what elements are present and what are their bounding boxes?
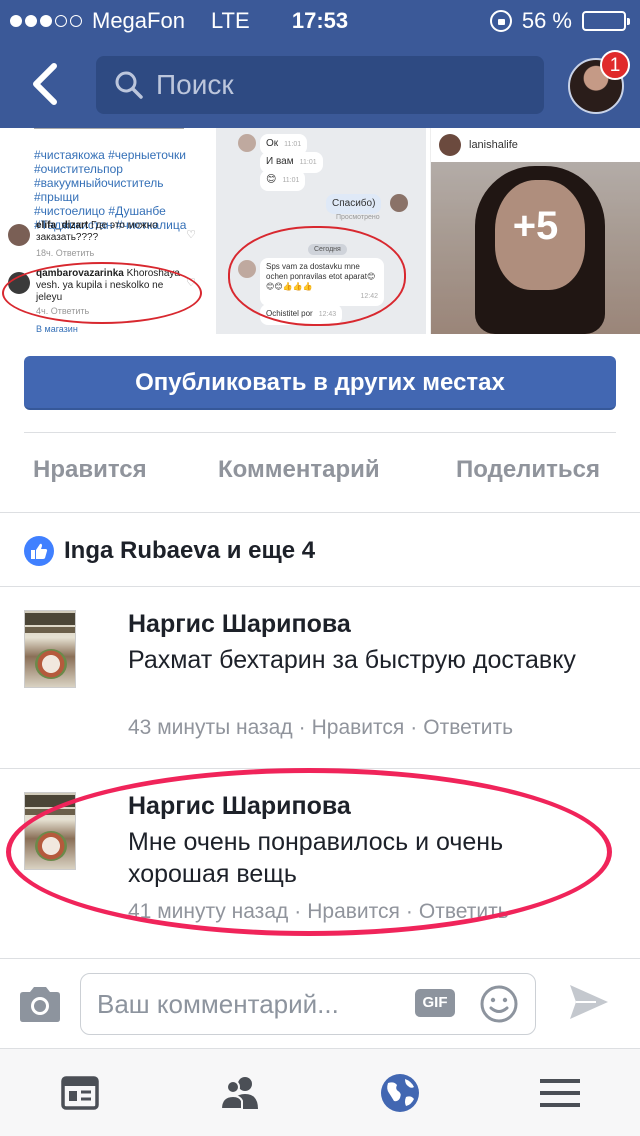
battery-icon [582, 11, 630, 31]
ig-username: lanishalife [469, 139, 518, 151]
bottom-tab-bar [0, 1048, 640, 1136]
chat-avatar [238, 134, 256, 152]
gif-button[interactable]: GIF [415, 989, 455, 1017]
likes-text: Inga Rubaeva и еще 4 [64, 537, 316, 564]
publish-elsewhere-button[interactable]: Опубликовать в других местах [24, 356, 616, 410]
commenter-avatar[interactable] [24, 610, 76, 688]
hashtag-line: #вакуумныйочиститель #прыщи [34, 176, 164, 204]
divider [34, 128, 184, 129]
shop-link: В магазин [36, 324, 78, 334]
divider [0, 512, 640, 513]
red-circle-annotation [2, 262, 202, 324]
heart-icon: ♡ [186, 229, 196, 241]
comment-action[interactable]: Комментарий [218, 456, 380, 484]
likes-summary[interactable]: Inga Rubaeva и еще 4 [24, 536, 315, 566]
ig-comment-user: elifa_dizart [36, 220, 89, 231]
chat-text: И вам [266, 156, 294, 167]
comment-composer: GIF [0, 958, 640, 1048]
menu-icon [540, 1079, 580, 1107]
news-feed-icon [61, 1076, 99, 1110]
thumbs-up-glyph [31, 543, 48, 559]
chat-time: 11:01 [282, 177, 300, 184]
seen-status: Просмотрено [336, 214, 380, 221]
rotation-lock-icon [489, 10, 512, 32]
chat-text: 😊 [266, 174, 277, 185]
search-input[interactable] [156, 69, 516, 101]
tab-friends[interactable] [218, 1071, 262, 1115]
share-action[interactable]: Поделиться [456, 456, 600, 484]
emoji-button[interactable] [479, 984, 519, 1024]
chat-message: 😊 11:01 [260, 170, 306, 191]
send-icon [570, 985, 608, 1019]
send-button[interactable] [566, 979, 612, 1025]
ig-comment: elifa_dizart Где это можно заказать???? [36, 220, 186, 244]
tab-notifications-globe[interactable] [378, 1071, 422, 1115]
comment-box[interactable]: GIF [80, 973, 536, 1035]
post-actions: Нравится Комментарий Поделиться [0, 432, 640, 512]
chat-time: 11:01 [284, 141, 302, 148]
hashtag-line: #очистительпор [34, 162, 123, 176]
avatar-banner [25, 613, 75, 625]
camera-button[interactable] [16, 983, 64, 1025]
divider [0, 586, 640, 587]
chat-time: 11:01 [299, 159, 317, 166]
photo-thumbnail-1[interactable]: #чистаякожа #черныеточки #очистительпор … [0, 128, 210, 334]
search-icon [115, 71, 143, 99]
chevron-left-icon [33, 63, 57, 105]
tab-menu[interactable] [538, 1071, 582, 1115]
ig-comment-meta: 18ч. Ответить [36, 248, 95, 258]
comment-like-button[interactable]: Нравится [312, 716, 405, 739]
hashtag-line: #чистоелицо #Душанбе [34, 204, 166, 218]
chat-text: Ок [266, 138, 279, 149]
thumbs-up-icon [24, 536, 54, 566]
tab-news-feed[interactable] [58, 1071, 102, 1115]
battery-percent: 56 % [521, 8, 572, 33]
photo-grid: #чистаякожа #черныеточки #очистительпор … [0, 128, 640, 334]
comment-time[interactable]: 43 минуты назад [128, 716, 293, 739]
photo-thumbnail-2[interactable]: Ок 11:01 И вам 11:01 😊 11:01 Спасибо) Просм… [216, 128, 426, 334]
pink-oval-annotation [6, 768, 612, 936]
comment-input[interactable] [97, 988, 397, 1020]
camera-icon [20, 987, 60, 1022]
ig-avatar [439, 134, 461, 156]
hashtag-line: #чистаякожа #черныеточки [34, 148, 186, 162]
nav-bar: 1 [0, 40, 640, 128]
back-button[interactable] [22, 58, 70, 110]
like-action[interactable]: Нравится [33, 456, 147, 484]
globe-icon [381, 1074, 419, 1112]
ig-post-header: lanishalife [439, 134, 518, 156]
chat-avatar [390, 194, 408, 212]
meta-separator: · [298, 716, 306, 739]
friends-icon [219, 1077, 258, 1110]
photo-thumbnail-3[interactable]: lanishalife +5 [430, 128, 640, 334]
chat-message-outgoing: Спасибо) [326, 194, 382, 214]
meta-separator: · [410, 716, 418, 739]
comment-text: Рахмат бехтарин за быструю доставку [128, 646, 576, 674]
comment-author[interactable]: Наргис Шарипова [128, 610, 351, 639]
comment-meta: 43 минуты назад · Нравится · Ответить [128, 716, 513, 740]
search-bar[interactable] [96, 56, 544, 114]
avatar-banner [25, 627, 75, 633]
more-photos-count[interactable]: +5 [431, 204, 640, 249]
smiley-icon [480, 985, 518, 1023]
status-right: 56 % [489, 8, 630, 34]
avatar-flower [35, 649, 67, 679]
commenter-avatar [8, 224, 30, 246]
notification-badge[interactable]: 1 [600, 50, 630, 80]
comment-reply-button[interactable]: Ответить [423, 716, 513, 739]
status-bar: MegaFon LTE 17:53 56 % [0, 0, 640, 40]
red-circle-annotation [228, 226, 406, 326]
